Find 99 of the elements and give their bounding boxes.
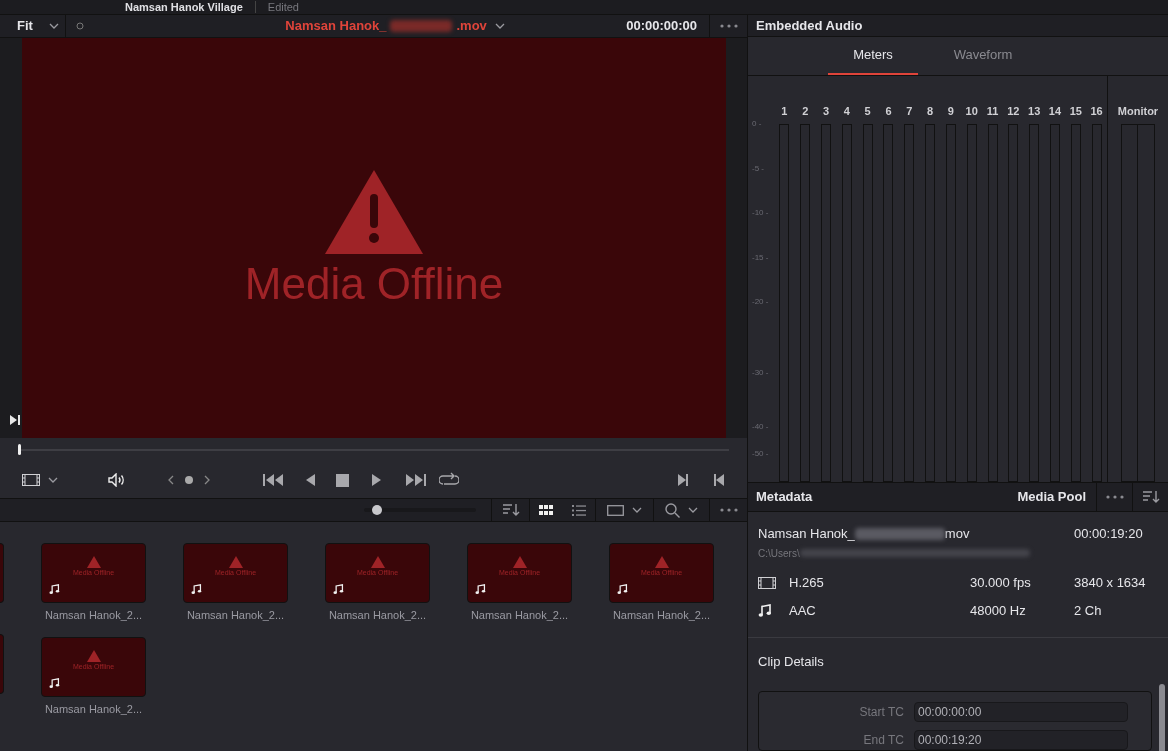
warning-icon [512, 556, 527, 568]
music-note-icon [333, 584, 344, 595]
section-title: Clip Details [758, 652, 825, 671]
film-strip-icon [758, 576, 776, 589]
panel-title: Embedded Audio [756, 16, 863, 35]
warning-icon [654, 556, 669, 568]
clip-name: Namsan Hanok_2... [44, 608, 143, 623]
play-icon[interactable] [371, 473, 383, 487]
channel-number: 13 [1027, 104, 1042, 120]
grid-view-icon[interactable] [539, 504, 554, 516]
clip-name: Namsan Hanok_2... [612, 608, 711, 623]
duration: 00:00:19:20 [1074, 525, 1144, 543]
channel-number: 8 [926, 104, 935, 120]
field-label: End TC [862, 732, 905, 749]
input-field[interactable]: 00:00:19:20 [914, 730, 1128, 750]
file-extension: mov [944, 525, 970, 543]
music-note-icon [191, 584, 202, 595]
offline-message: Media Offline [244, 262, 504, 306]
dot-icon [76, 22, 84, 30]
channel-number: 14 [1047, 104, 1063, 120]
project-status: Edited [254, 1, 299, 13]
stream-detail: 3840 x 1634 [1074, 573, 1147, 592]
meter-scale-label: -40 - [752, 422, 769, 431]
go-to-end-icon[interactable] [677, 473, 689, 487]
music-note-icon [49, 677, 60, 689]
panel-title: Metadata [755, 488, 814, 507]
channel-number: 7 [905, 104, 914, 120]
slider-thumb[interactable] [372, 505, 383, 515]
media-pool-label: Media Pool [1017, 488, 1087, 507]
more-icon[interactable] [1105, 495, 1124, 499]
channel-number: 15 [1068, 104, 1083, 120]
monitor-label: Monitor [1117, 104, 1159, 120]
music-note-icon [617, 584, 628, 595]
sort-icon[interactable] [1141, 490, 1160, 504]
timecode: 00:00:00:00 [626, 17, 697, 36]
chevron-down-icon [494, 23, 505, 29]
file-path: C:\Users\ [758, 546, 800, 561]
codec: AAC [789, 601, 817, 620]
blurred-text [390, 20, 453, 32]
clip-name: Namsan Hanok_2... [44, 701, 143, 717]
music-note-icon [49, 584, 60, 595]
clip-name: Namsan Hanok_2... [328, 608, 427, 623]
play-reverse-icon[interactable] [304, 473, 316, 487]
stop-icon[interactable] [336, 473, 349, 487]
next-frame-icon[interactable] [9, 414, 21, 426]
playhead[interactable] [18, 444, 21, 455]
sort-icon[interactable] [501, 503, 520, 517]
field-label: Start TC [858, 704, 905, 721]
volume-icon[interactable] [108, 473, 126, 487]
music-note-icon [475, 584, 486, 595]
go-to-start-icon[interactable] [713, 473, 725, 487]
channel-number: 9 [946, 104, 955, 120]
chevron-down-icon [688, 507, 698, 513]
project-title: Namsan Hanok Village [125, 1, 243, 13]
input-field[interactable]: 00:00:00:00 [914, 702, 1128, 722]
tab[interactable]: Meters [828, 37, 918, 75]
scrollbar[interactable] [1159, 683, 1165, 751]
warning-icon [325, 170, 423, 254]
channel-number: 2 [801, 104, 810, 120]
channel-number: 5 [863, 104, 872, 120]
list-view-icon[interactable] [571, 504, 586, 516]
skip-back-icon[interactable] [262, 473, 284, 487]
stream-detail: 2 Ch [1074, 601, 1103, 620]
warning-icon [86, 556, 101, 568]
file-name: Namsan Hanok_ [758, 525, 855, 543]
tab[interactable]: Waveform [938, 37, 1028, 75]
channel-number: 3 [821, 104, 831, 120]
channel-number: 12 [1006, 104, 1021, 120]
channel-number: 10 [964, 104, 979, 120]
skip-forward-icon[interactable] [405, 473, 427, 487]
channel-number: 4 [842, 104, 851, 120]
warning-icon [86, 649, 101, 662]
channel-number: 11 [985, 104, 1000, 120]
channel-number: 6 [884, 104, 893, 120]
film-strip-icon [22, 474, 40, 486]
warning-icon [228, 556, 243, 568]
channel-number: 16 [1089, 104, 1104, 120]
rate: 30.000 fps [970, 573, 1032, 592]
chevron-down-icon [632, 507, 642, 513]
chevron-down-icon [49, 23, 59, 29]
zoom-dropdown[interactable]: Fit [0, 15, 66, 37]
loop-icon[interactable] [439, 472, 459, 488]
chevron-down-icon [48, 477, 58, 483]
rate: 48000 Hz [970, 601, 1027, 620]
clip-name: Namsan Hanok_2... [470, 608, 569, 623]
clip-thumbnail-edge [0, 634, 4, 694]
clip-name: Namsan Hanok_ [285, 17, 387, 36]
rectangle-icon[interactable] [607, 504, 624, 516]
music-note-icon [758, 603, 772, 618]
clip-extension: .mov [456, 17, 487, 36]
jog-control-icon[interactable] [168, 474, 210, 486]
more-icon[interactable] [719, 508, 738, 512]
clip-thumbnail-edge [0, 543, 4, 603]
channel-number: 1 [780, 104, 789, 120]
codec: H.265 [789, 573, 825, 592]
search-icon[interactable] [665, 502, 680, 518]
warning-icon [370, 556, 385, 568]
clip-name: Namsan Hanok_2... [186, 608, 285, 623]
more-icon[interactable] [719, 24, 738, 28]
